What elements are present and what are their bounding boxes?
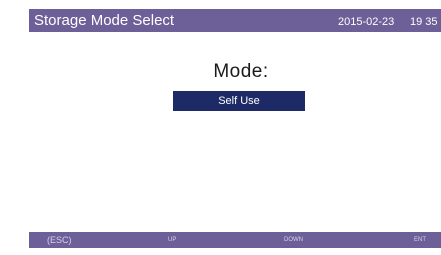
mode-selector[interactable]: Self Use	[173, 91, 305, 111]
page-title: Storage Mode Select	[34, 12, 175, 29]
mode-label: Mode:	[213, 61, 269, 82]
date-display: 2015-02-23	[338, 16, 395, 28]
title-bar: Storage Mode Select 2015-02-23 19 35	[29, 9, 441, 32]
lcd-screen: Storage Mode Select 2015-02-23 19 35 Mod…	[29, 9, 441, 248]
down-key[interactable]: DOWN	[284, 232, 303, 248]
enter-key[interactable]: ENT	[414, 232, 426, 248]
key-bar: (ESC) UP DOWN ENT	[29, 232, 441, 248]
esc-key[interactable]: (ESC)	[47, 232, 72, 248]
up-key[interactable]: UP	[168, 232, 176, 248]
time-display: 19 35	[410, 16, 438, 28]
